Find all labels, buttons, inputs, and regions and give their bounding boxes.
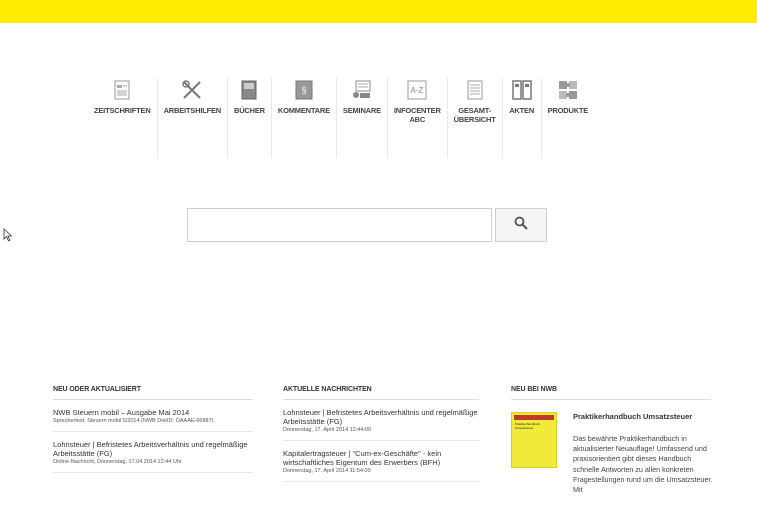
nav-item-gesamtuebersicht[interactable]: GESAMT- ÜBERSICHT [446,78,502,158]
nav-label: BÜCHER [233,106,265,115]
nav-label: PRODUKTE [547,106,589,115]
nav-item-akten[interactable]: AKTEN [501,78,541,158]
mouse-pointer-icon [3,228,13,247]
item-meta: Online-Nachricht, Donnerstag, 17.04.2014… [53,459,182,465]
overview-icon [462,78,488,102]
column-heading: AKTUELLE NACHRICHTEN [283,386,479,400]
item-meta: Donnerstag, 17. April 2014 11:54:00 [283,468,371,474]
column-heading: NEU BEI NWB [511,386,711,400]
svg-text:A-Z: A-Z [411,86,424,95]
book-description: Das bewährte Praktikerhandbuch in aktual… [573,434,713,495]
puzzle-icon [555,78,581,102]
nav-item-kommentare[interactable]: § KOMMENTARE [270,78,336,158]
book-cover-band [514,415,554,420]
item-title[interactable]: NWB Steuern mobil – Ausgabe Mai 2014 [53,408,253,417]
list-item[interactable]: NWB Steuern mobil – Ausgabe Mai 2014 Spr… [53,400,253,432]
nav-label: KOMMENTARE [277,106,330,115]
column-new-or-updated: NEU ODER AKTUALISIERT NWB Steuern mobil … [53,386,253,473]
newspaper-icon [109,78,135,102]
nav-label: ARBEITSHILFEN [163,106,222,115]
nav-item-seminare[interactable]: SEMINARE [335,78,387,158]
nav-item-infocenter[interactable]: A-Z INFOCENTER ABC [386,78,447,158]
nav-label: ZEITSCHRIFTEN [94,106,151,115]
commentary-icon: § [291,78,317,102]
az-icon: A-Z [404,78,430,102]
list-item[interactable]: Kapitalertragsteuer | "Cum-ex-Geschäfte"… [283,441,479,482]
search-input[interactable] [187,208,492,242]
nav-item-buecher[interactable]: BÜCHER [226,78,271,158]
column-new-at-nwb: NEU BEI NWB Praktikerhandbuch Umsatzsteu… [511,386,712,505]
item-title[interactable]: Lohnsteuer | Befristetes Arbeitsverhältn… [53,440,253,458]
book-cover-image[interactable]: Praktikerhandbuch Umsatzsteuer [511,412,557,468]
tools-icon [179,78,205,102]
nav-label: AKTEN [509,106,535,115]
search-icon [514,216,528,235]
column-current-news: AKTUELLE NACHRICHTEN Lohnsteuer | Befris… [283,386,479,482]
nav-item-zeitschriften[interactable]: ZEITSCHRIFTEN [88,78,157,158]
item-title[interactable]: Kapitalertragsteuer | "Cum-ex-Geschäfte"… [283,449,479,467]
main-nav: ZEITSCHRIFTEN ARBEITSHILFEN BÜCHER § KOM… [88,78,594,158]
item-meta: Donnerstag, 17. April 2014 12:44:00 [283,427,372,433]
nav-label: INFOCENTER ABC [393,106,441,124]
top-brand-bar [0,0,757,23]
book-cover-text: Praktikerhandbuch Umsatzsteuer [515,422,541,430]
book-icon [236,78,262,102]
nav-item-produkte[interactable]: PRODUKTE [540,78,595,158]
nav-label: GESAMT- ÜBERSICHT [453,106,496,124]
seminar-icon [349,78,375,102]
item-meta: Sprechertext, Steuern mobil 5/2014 (NWB … [53,418,214,424]
list-item[interactable]: Lohnsteuer | Befristetes Arbeitsverhältn… [283,400,479,441]
files-icon [509,78,535,102]
item-title[interactable]: Lohnsteuer | Befristetes Arbeitsverhältn… [283,408,479,426]
search-button[interactable] [495,208,547,242]
column-heading: NEU ODER AKTUALISIERT [53,386,253,400]
book-title[interactable]: Praktikerhandbuch Umsatzsteuer [573,412,692,421]
nav-label: SEMINARE [342,106,381,115]
list-item[interactable]: Lohnsteuer | Befristetes Arbeitsverhältn… [53,432,253,473]
svg-text:§: § [301,85,306,95]
nav-item-arbeitshilfen[interactable]: ARBEITSHILFEN [156,78,227,158]
